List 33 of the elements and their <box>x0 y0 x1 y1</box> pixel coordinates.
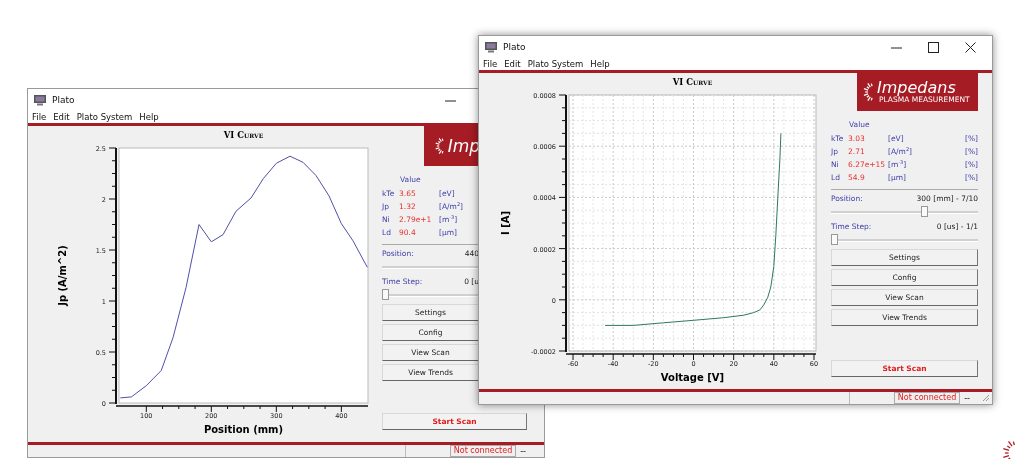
window-title: Plato <box>503 42 526 52</box>
slider[interactable] <box>831 234 978 246</box>
menu-item[interactable]: Help <box>139 112 159 122</box>
axis-title: Position (mm) <box>203 424 284 435</box>
window-title: Plato <box>52 95 75 105</box>
slider[interactable] <box>831 206 978 218</box>
close-icon[interactable] <box>965 41 976 53</box>
slider-track[interactable] <box>382 266 479 269</box>
resize-grip-icon[interactable] <box>982 394 990 402</box>
brand-name: Imp <box>447 137 480 155</box>
maximize-icon[interactable] <box>928 41 939 53</box>
connection-status: Not connected <box>449 445 517 457</box>
axis-title: I [A] <box>500 210 511 236</box>
menu-item[interactable]: Help <box>590 59 610 69</box>
sunburst-icon <box>434 135 445 157</box>
menu-item[interactable]: Plato System <box>527 59 584 69</box>
menu-item[interactable]: Edit <box>504 59 521 69</box>
menu-item[interactable]: Edit <box>53 112 70 122</box>
chart-title: VI Curve <box>672 77 713 87</box>
slider[interactable] <box>382 289 479 301</box>
status-text: -- <box>964 393 970 403</box>
monitor-icon <box>485 41 497 53</box>
sunburst-icon <box>862 81 874 103</box>
monitor-icon <box>34 94 46 106</box>
axis-title: Voltage [V] <box>660 372 725 383</box>
connection-status: Not connected <box>893 392 961 404</box>
status-text: -- <box>520 446 526 456</box>
axis-title: Jp (A/m^2) <box>57 245 68 306</box>
menu-item[interactable]: File <box>483 59 498 69</box>
menu-item[interactable]: File <box>32 112 47 122</box>
menu-item[interactable]: Plato System <box>76 112 133 122</box>
chart-title: VI Curve <box>223 130 264 140</box>
brand-name: Impedans <box>877 80 956 97</box>
